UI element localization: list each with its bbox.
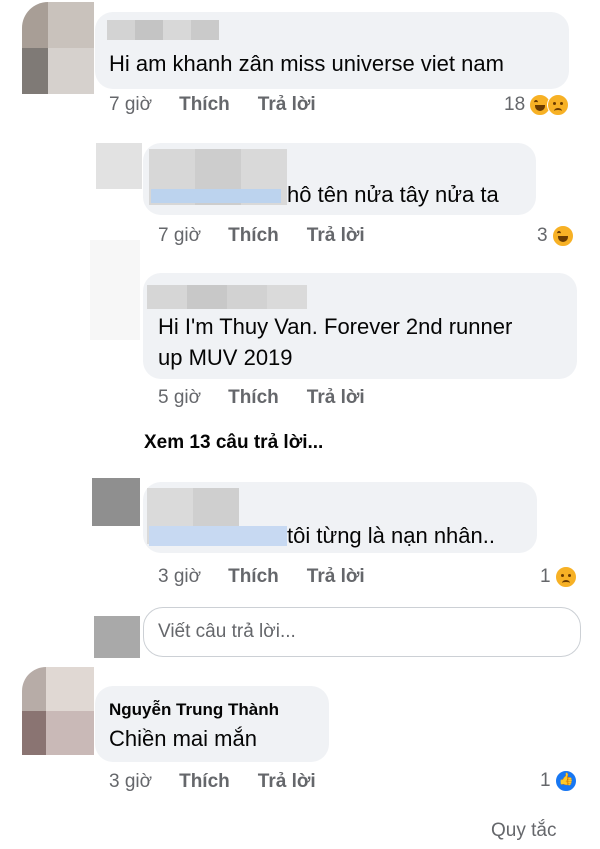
comment-time[interactable]: 3 giờ bbox=[109, 771, 152, 793]
reply-button[interactable]: Trả lời bbox=[307, 566, 365, 588]
reaction-count: 1 bbox=[540, 566, 551, 587]
comment-meta: 3 giờ Thích Trả lời bbox=[109, 771, 316, 793]
comment-time[interactable]: 5 giờ bbox=[158, 387, 201, 409]
comment-meta: 7 giờ Thích Trả lời bbox=[158, 225, 365, 247]
avatar[interactable] bbox=[22, 2, 94, 94]
comment-bubble: hô tên nửa tây nửa ta bbox=[143, 143, 536, 215]
comment-bubble: tôi từng là nạn nhân.. bbox=[143, 482, 537, 553]
comment-text-line: Hi I'm Thuy Van. Forever 2nd runner bbox=[158, 314, 513, 339]
reaction-count: 1 bbox=[540, 770, 551, 791]
blurred-mention bbox=[151, 189, 281, 203]
reaction-summary[interactable]: 1 bbox=[540, 770, 577, 792]
comment-text: hô tên nửa tây nửa ta bbox=[287, 182, 499, 207]
comment-meta: 5 giờ Thích Trả lời bbox=[158, 387, 365, 409]
like-button[interactable]: Thích bbox=[228, 387, 279, 409]
reply-input[interactable]: Viết câu trả lời... bbox=[143, 607, 581, 657]
comment-time[interactable]: 7 giờ bbox=[109, 94, 152, 116]
reaction-count: 3 bbox=[537, 225, 548, 246]
comment-time[interactable]: 7 giờ bbox=[158, 225, 201, 247]
comment-text: Chiền mai mắn bbox=[109, 726, 257, 751]
comment-bubble: Hi I'm Thuy Van. Forever 2nd runner up M… bbox=[143, 273, 577, 379]
like-button[interactable]: Thích bbox=[228, 225, 279, 247]
like-button[interactable]: Thích bbox=[228, 566, 279, 588]
comment-bubble: Nguyễn Trung Thành Chiền mai mắn bbox=[95, 686, 329, 762]
like-button[interactable]: Thích bbox=[179, 771, 230, 793]
reply-button[interactable]: Trả lời bbox=[307, 225, 365, 247]
comment-text-line: up MUV 2019 bbox=[158, 345, 293, 370]
avatar[interactable] bbox=[22, 667, 94, 755]
like-button[interactable]: Thích bbox=[179, 94, 230, 116]
comment-meta: 3 giờ Thích Trả lời bbox=[158, 566, 365, 588]
like-icon bbox=[554, 770, 577, 792]
reply-button[interactable]: Trả lời bbox=[258, 771, 316, 793]
comment-bubble: Hi am khanh zân miss universe viet nam bbox=[95, 12, 569, 89]
sad-icon bbox=[547, 94, 570, 116]
reaction-summary[interactable]: 1 bbox=[540, 566, 577, 588]
reply-button[interactable]: Trả lời bbox=[258, 94, 316, 116]
comment-text: Hi am khanh zân miss universe viet nam bbox=[109, 51, 504, 76]
blurred-author-name bbox=[147, 285, 307, 309]
avatar[interactable] bbox=[92, 478, 140, 526]
reaction-summary[interactable]: 18 bbox=[504, 94, 570, 116]
comment-text: tôi từng là nạn nhân.. bbox=[287, 523, 495, 548]
blurred-background bbox=[90, 240, 140, 340]
blurred-author-name bbox=[107, 20, 219, 40]
view-more-replies-link[interactable]: Xem 13 câu trả lời... bbox=[144, 432, 323, 454]
current-user-avatar bbox=[94, 616, 140, 658]
avatar[interactable] bbox=[96, 143, 142, 189]
sad-icon bbox=[554, 566, 577, 588]
haha-icon bbox=[551, 225, 574, 247]
comment-meta: 7 giờ Thích Trả lời bbox=[109, 94, 316, 116]
reaction-count: 18 bbox=[504, 94, 526, 115]
rules-link[interactable]: Quy tắc bbox=[491, 820, 556, 842]
comment-time[interactable]: 3 giờ bbox=[158, 566, 201, 588]
blurred-mention bbox=[149, 526, 287, 546]
reaction-summary[interactable]: 3 bbox=[537, 225, 574, 247]
comment-author[interactable]: Nguyễn Trung Thành bbox=[109, 700, 279, 720]
reply-button[interactable]: Trả lời bbox=[307, 387, 365, 409]
